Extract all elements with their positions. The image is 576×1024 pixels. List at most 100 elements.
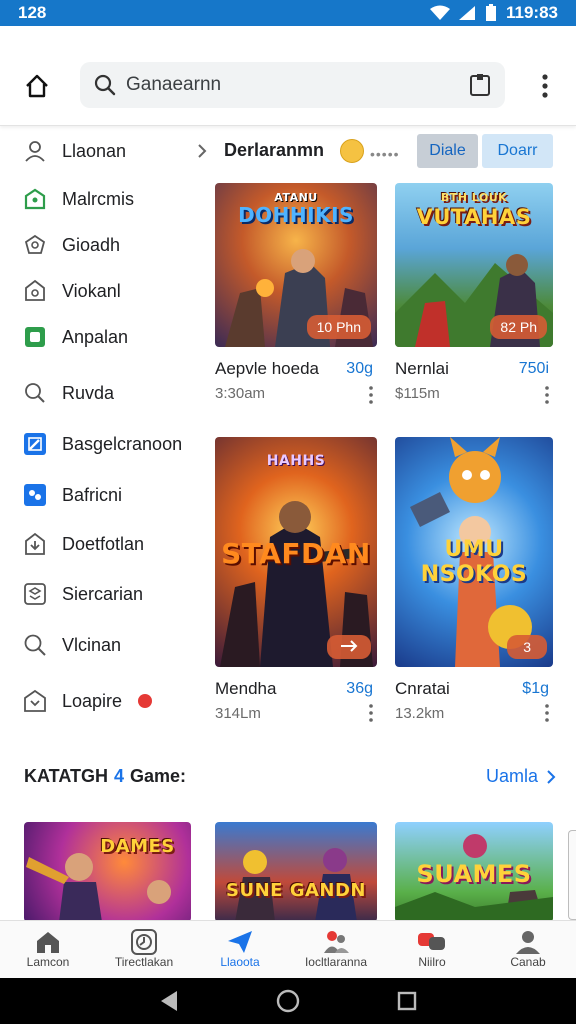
art-title: DAMES (100, 836, 175, 857)
square-app-icon (22, 324, 48, 350)
home-outline-icon (22, 688, 48, 714)
card-menu-icon[interactable] (367, 703, 375, 723)
chat-icon (417, 929, 447, 955)
art-title: STAFDAN (221, 537, 371, 570)
nav-label: Iocltlaranna (304, 955, 368, 969)
bottom-navigation: Lamcon Tirectlakan Llaoota Iocltlaranna … (0, 920, 576, 978)
nav-item-5[interactable]: Niilro (384, 921, 480, 978)
game-thumbnail[interactable]: HAHHS STAFDAN (215, 437, 377, 667)
horizontal-dots-icon[interactable]: ••••• (370, 146, 400, 162)
nav-item-home[interactable]: Lamcon (0, 921, 96, 978)
section-title: Derlaranmn (224, 140, 325, 160)
game-thumbnail[interactable]: UMU NSOKOS 3 (395, 437, 553, 667)
nav-label: Tirectlakan (114, 955, 174, 969)
card-menu-icon[interactable] (543, 385, 551, 405)
see-all-link[interactable]: Uamla (486, 766, 556, 787)
card-tag: 82 Ph (490, 315, 547, 339)
card-menu-icon[interactable] (367, 385, 375, 405)
vertical-dots-icon (542, 74, 548, 98)
sidebar-item-label: Anpalan (62, 326, 129, 347)
art-title: SUNE GANDN (226, 880, 366, 901)
game-thumbnail[interactable]: ATANU DOHHIKIS 10 Phn (215, 183, 377, 347)
sidebar-item-7[interactable]: Basgelcranoon (22, 431, 182, 457)
card-subtitle: 314Lm (215, 705, 261, 722)
sidebar-item-1[interactable]: Llaonan (22, 138, 126, 164)
magnifier-icon (22, 632, 48, 658)
game-card-7[interactable]: SUAMES (395, 822, 553, 922)
game-card-6[interactable]: SUNE GANDN (215, 822, 377, 922)
nav-label: Llaoota (220, 955, 260, 969)
search-bar[interactable]: Ganaearnn (80, 62, 505, 108)
play-arrow-button[interactable] (327, 635, 371, 659)
card-tag: 3 (507, 635, 547, 659)
sidebar-item-label: Basgelcranoon (62, 433, 183, 454)
card-price: $1g (522, 680, 549, 697)
card-subtitle: $115m (395, 385, 440, 402)
clipboard-icon[interactable] (469, 73, 491, 97)
nav-item-2[interactable]: Tirectlakan (96, 921, 192, 978)
filter-button-2[interactable]: Doarr (482, 134, 553, 168)
group-icon (322, 929, 350, 955)
game-card-5[interactable]: DAMES (24, 822, 191, 922)
sidebar-item-8[interactable]: Bafricni (22, 482, 122, 508)
signal-icon (458, 5, 476, 21)
art-subtitle: HAHHS (266, 453, 326, 469)
art-title: UMU NSOKOS (420, 537, 528, 587)
sidebar-item-label: Llaonan (62, 140, 127, 161)
house-icon (35, 929, 61, 955)
paper-plane-icon (227, 929, 253, 955)
layers-icon (22, 581, 48, 607)
art-title: VUTAHAS (416, 205, 532, 229)
nav-item-6[interactable]: Canab (480, 921, 576, 978)
search-input[interactable]: Ganaearnn (126, 74, 469, 96)
card-tag: 10 Phn (306, 315, 371, 339)
sidebar-item-2[interactable]: Malrcmis (22, 186, 134, 212)
recents-icon[interactable] (397, 991, 417, 1011)
sidebar-item-label: Doetfotlan (62, 533, 145, 554)
system-navigation-bar (0, 978, 576, 1024)
sidebar-item-5[interactable]: Anpalan (22, 324, 128, 350)
games-prefix: KATATGH (24, 766, 108, 786)
chevron-right-icon (547, 769, 556, 784)
clock-icon (131, 929, 157, 955)
notification-badge (138, 694, 153, 708)
card-menu-icon[interactable] (543, 703, 551, 723)
battery-icon (484, 4, 498, 22)
status-time-right: 119:83 (506, 3, 558, 22)
emoji-icon (340, 139, 364, 163)
card-title: Mendha (215, 679, 277, 698)
sidebar-item-label: Vlcinan (62, 634, 122, 655)
nav-item-4[interactable]: Iocltlaranna (288, 921, 384, 978)
sidebar-item-9[interactable]: Doetfotlan (22, 531, 144, 557)
sidebar-item-6[interactable]: Ruvda (22, 380, 114, 406)
home-circle-icon[interactable] (276, 989, 300, 1013)
sidebar-item-11[interactable]: Vlcinan (22, 632, 121, 658)
sidebar-item-label: Malrcmis (62, 188, 134, 209)
more-options-button[interactable] (532, 70, 558, 102)
games-section-title: KATATGH 4 Game: (24, 766, 186, 787)
nav-label: Canab (510, 955, 546, 969)
card-price: 750i (518, 360, 549, 377)
sidebar-item-10[interactable]: Siercarian (22, 581, 143, 607)
sidebar-item-4[interactable]: Viokanl (22, 278, 121, 304)
filter-button-1[interactable]: Diale (417, 134, 478, 168)
chevron-right-icon[interactable] (196, 142, 208, 160)
status-bar: 128 119:83 (0, 0, 576, 26)
art-subtitle: BTH LOUK (440, 191, 508, 204)
sidebar-item-3[interactable]: Gioadh (22, 232, 120, 258)
home-button[interactable] (18, 70, 56, 102)
nav-item-3[interactable]: Llaoota (192, 921, 288, 978)
search-people-icon (22, 380, 48, 406)
arrow-right-icon (341, 640, 358, 652)
game-thumbnail[interactable]: BTH LOUK VUTAHAS 82 Ph (395, 183, 553, 347)
card-subtitle: 3:30am (215, 385, 266, 402)
side-panel-handle[interactable] (568, 830, 576, 920)
see-all-label: Uamla (486, 766, 539, 786)
back-icon[interactable] (159, 990, 179, 1012)
sidebar-item-label: Siercarian (62, 583, 144, 604)
sidebar-item-label: Ruvda (62, 382, 115, 403)
edit-box-icon (22, 431, 48, 457)
card-price: 36g (346, 680, 373, 697)
art-title: SUAMES (416, 860, 532, 888)
sidebar-item-12[interactable]: Loapire (22, 688, 153, 714)
